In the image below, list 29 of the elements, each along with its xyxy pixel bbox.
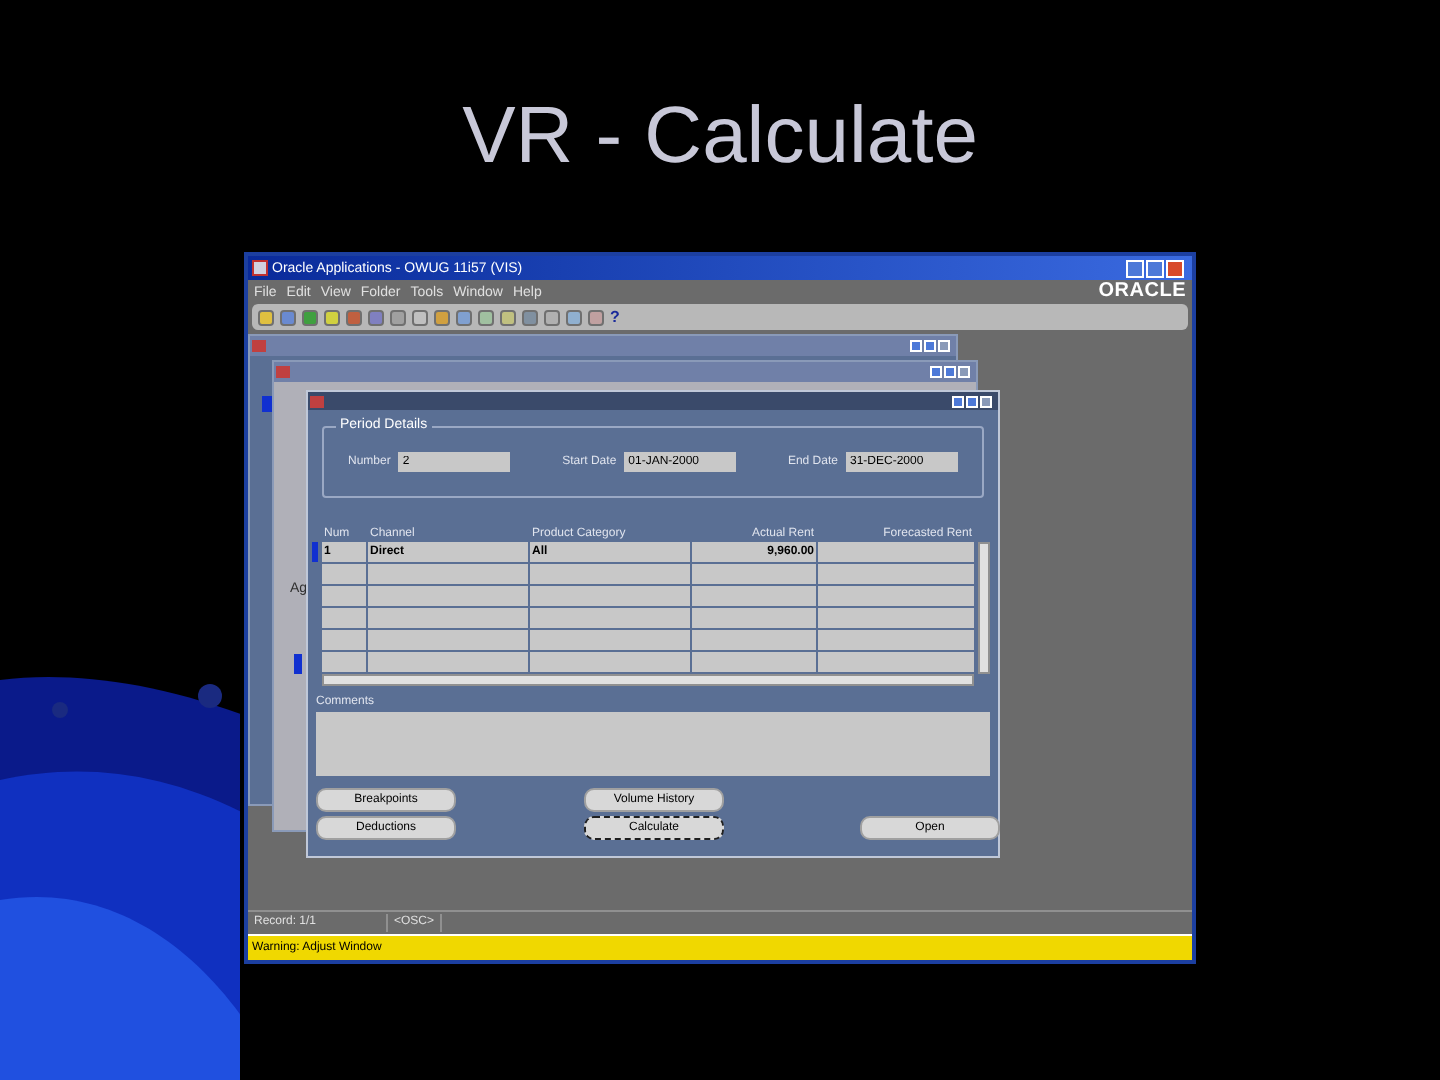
minimize-button[interactable]	[1126, 259, 1144, 277]
maximize-button[interactable]	[924, 340, 936, 352]
maximize-button[interactable]	[966, 395, 978, 407]
comments-field[interactable]	[316, 712, 990, 776]
app-icon	[252, 260, 268, 276]
close-button[interactable]	[1166, 259, 1184, 277]
maximize-button[interactable]	[944, 366, 956, 378]
table-cell	[322, 564, 366, 584]
table-cell	[322, 652, 366, 672]
table-cell	[322, 608, 366, 628]
table-cell	[692, 564, 816, 584]
table-cell	[692, 586, 816, 606]
minimize-button[interactable]	[910, 340, 922, 352]
form-icon	[310, 395, 324, 407]
help-button[interactable]: ?	[610, 309, 620, 325]
close-button[interactable]	[980, 395, 992, 407]
table-cell	[322, 586, 366, 606]
table-cell	[692, 608, 816, 628]
maximize-button[interactable]	[1146, 259, 1164, 277]
minimize-button[interactable]	[952, 395, 964, 407]
horizontal-scrollbar[interactable]	[322, 674, 974, 686]
table-cell	[322, 630, 366, 650]
record-indicator	[294, 654, 302, 674]
vertical-scrollbar[interactable]	[978, 542, 990, 674]
slide-title: VR - Calculate	[462, 90, 978, 184]
oracle-logo: ORACLE	[1098, 282, 1186, 302]
minimize-button[interactable]	[930, 366, 942, 378]
table-cell	[692, 652, 816, 672]
table-cell	[692, 630, 816, 650]
